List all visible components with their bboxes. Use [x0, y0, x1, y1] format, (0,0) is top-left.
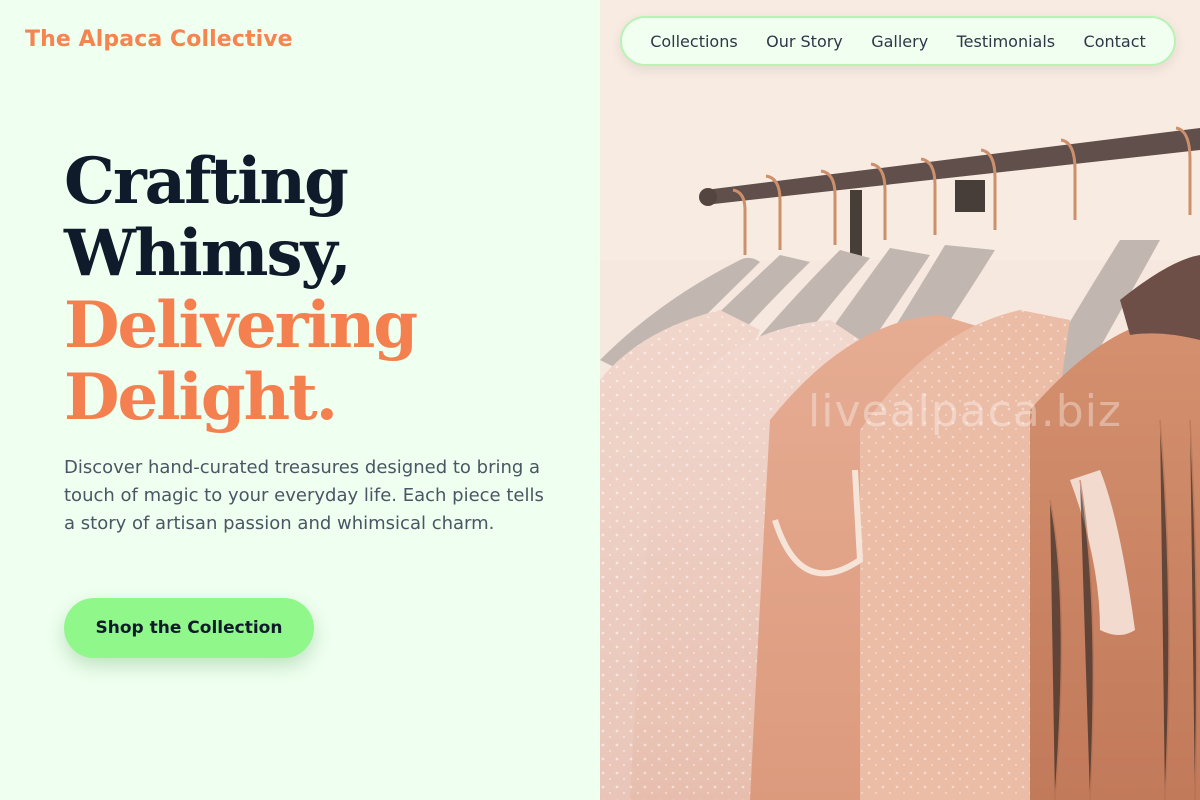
- hero-headline: Crafting Whimsy, Delivering Delight.: [64, 146, 564, 434]
- shop-collection-button[interactable]: Shop the Collection: [64, 598, 314, 658]
- brand-logo-text[interactable]: The Alpaca Collective: [25, 27, 293, 52]
- main-nav: Collections Our Story Gallery Testimonia…: [620, 16, 1176, 66]
- nav-gallery[interactable]: Gallery: [871, 32, 928, 51]
- headline-line-4: Delight.: [64, 360, 338, 435]
- nav-contact[interactable]: Contact: [1084, 32, 1146, 51]
- image-watermark: livealpaca.biz: [808, 386, 1123, 437]
- hero-left-panel: The Alpaca Collective Crafting Whimsy, D…: [0, 0, 600, 800]
- headline-line-1: Crafting: [64, 144, 349, 219]
- hero-content: Crafting Whimsy, Delivering Delight. Dis…: [64, 146, 564, 538]
- nav-testimonials[interactable]: Testimonials: [957, 32, 1056, 51]
- nav-collections[interactable]: Collections: [650, 32, 737, 51]
- headline-line-3: Delivering: [64, 288, 418, 363]
- hero-image: livealpaca.biz: [600, 0, 1200, 800]
- headline-line-2: Whimsy,: [64, 216, 352, 291]
- hero-description: Discover hand-curated treasures designed…: [64, 457, 544, 534]
- nav-our-story[interactable]: Our Story: [766, 32, 843, 51]
